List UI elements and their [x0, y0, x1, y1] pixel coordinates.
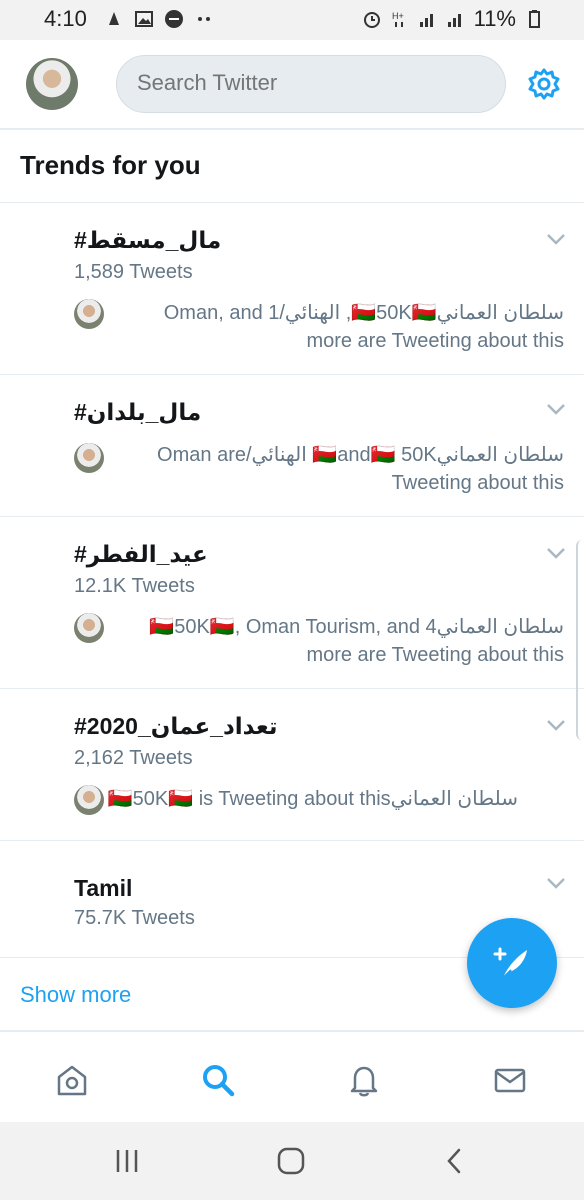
- trend-item[interactable]: #مال_مسقط 1,589 Tweets سلطان العماني🇴🇲50…: [0, 202, 584, 374]
- android-navigation-bar: [0, 1122, 584, 1200]
- back-icon[interactable]: [440, 1146, 470, 1176]
- status-system-icons: H+ 11%: [362, 6, 544, 32]
- messages-envelope-icon[interactable]: [492, 1062, 528, 1098]
- notifications-bell-icon[interactable]: [346, 1062, 382, 1098]
- profile-avatar[interactable]: [26, 58, 78, 110]
- chevron-down-icon[interactable]: [546, 403, 566, 415]
- avatar: [74, 443, 104, 473]
- trend-name: #مال_مسقط: [74, 227, 222, 253]
- scrollbar[interactable]: [576, 540, 584, 740]
- trend-name: #عيد_الفطر: [74, 541, 208, 567]
- notification-icon: [109, 12, 119, 25]
- trend-context: سلطان العماني🇴🇲and🇴🇲 50K الهنائي/Oman ar…: [157, 444, 564, 494]
- compose-tweet-icon: [493, 947, 527, 979]
- trend-tweet-count: 1,589 Tweets: [74, 261, 193, 283]
- avatar: [74, 613, 104, 643]
- top-header: [0, 40, 584, 130]
- trend-name: Tamil: [74, 875, 133, 901]
- home-button-icon[interactable]: [276, 1146, 306, 1176]
- network-hplus-icon: H+: [392, 11, 404, 27]
- trend-item[interactable]: #تعداد_عمان_2020 2,162 Tweets سلطان العم…: [0, 688, 584, 840]
- chevron-down-icon[interactable]: [546, 719, 566, 731]
- chevron-down-icon[interactable]: [546, 877, 566, 889]
- trend-name: #مال_بلدان: [74, 399, 202, 425]
- trend-name: #تعداد_عمان_2020: [74, 713, 278, 739]
- search-input[interactable]: [137, 70, 477, 96]
- trend-tweet-count: 12.1K Tweets: [74, 575, 195, 597]
- compose-tweet-button[interactable]: [467, 918, 557, 1008]
- bottom-navigation: [0, 1030, 584, 1122]
- avatar: [74, 299, 104, 329]
- more-notifications-icon: [198, 17, 210, 21]
- chevron-down-icon[interactable]: [546, 547, 566, 559]
- trend-item[interactable]: #عيد_الفطر 12.1K Tweets سلطان العماني🇴🇲5…: [0, 516, 584, 688]
- trend-context: سلطان العماني🇴🇲50K🇴🇲, Oman Tourism, and …: [149, 616, 564, 666]
- signal-icon: [419, 14, 433, 27]
- recent-apps-icon[interactable]: [112, 1146, 142, 1176]
- status-bar: 4:10 H+ 11%: [0, 0, 584, 40]
- trend-context: سلطان العماني🇴🇲50K🇴🇲 is Tweeting about t…: [107, 788, 518, 810]
- status-time: 4:10: [44, 6, 87, 31]
- chevron-down-icon[interactable]: [546, 233, 566, 245]
- alarm-icon: [363, 12, 380, 28]
- battery-icon: [529, 10, 540, 28]
- trend-tweet-count: 75.7K Tweets: [74, 907, 195, 929]
- home-icon[interactable]: [54, 1062, 90, 1098]
- trends-title: Trends for you: [20, 150, 201, 180]
- search-icon[interactable]: [200, 1062, 236, 1098]
- battery-percent: 11%: [473, 6, 516, 31]
- trend-tweet-count: 2,162 Tweets: [74, 747, 193, 769]
- gear-icon[interactable]: [526, 66, 562, 102]
- trend-item[interactable]: #مال_بلدان سلطان العماني🇴🇲and🇴🇲 50K الهن…: [0, 374, 584, 516]
- show-more-link[interactable]: Show more: [20, 982, 131, 1008]
- search-bar[interactable]: [116, 55, 506, 113]
- gallery-icon: [135, 11, 153, 27]
- ted-app-icon: [165, 10, 183, 28]
- svg-text:H+: H+: [392, 11, 404, 21]
- trend-context: سلطان العماني🇴🇲50K🇴🇲, الهنائي/Oman, and …: [163, 302, 564, 352]
- status-notification-icons: [104, 9, 214, 29]
- signal-roaming-icon: [447, 14, 461, 27]
